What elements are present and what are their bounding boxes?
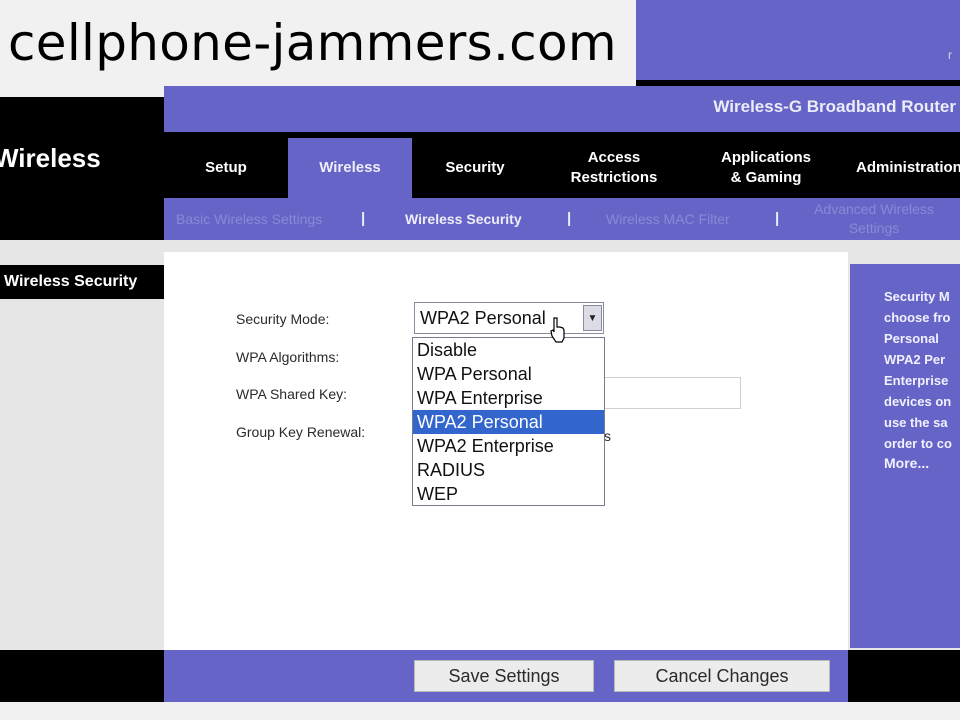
tab-security[interactable]: Security	[412, 138, 538, 198]
shared-key-input[interactable]	[604, 377, 741, 409]
dropdown-option-selected[interactable]: WPA2 Personal	[413, 410, 604, 434]
divider	[0, 240, 960, 252]
wpa-algorithms-label: WPA Algorithms:	[236, 349, 340, 365]
security-mode-dropdown: Disable WPA Personal WPA Enterprise WPA2…	[412, 337, 605, 506]
tab-access-restrictions-label: Access Restrictions	[570, 149, 658, 186]
subtab-wireless-mac-filter[interactable]: Wireless MAC Filter	[606, 211, 730, 227]
security-mode-label: Security Mode:	[236, 311, 330, 327]
dropdown-option[interactable]: WEP	[413, 482, 604, 506]
tab-setup[interactable]: Setup	[164, 138, 288, 198]
shared-key-label: WPA Shared Key:	[236, 386, 348, 402]
main-tabs: Setup Wireless Security Access Restricti…	[164, 138, 960, 198]
subtab-separator: |	[567, 210, 572, 227]
subtab-advanced-wireless-settings[interactable]: Advanced Wireless Settings	[804, 200, 944, 238]
header-fragment: r	[948, 48, 952, 62]
sub-nav: Basic Wireless Settings | Wireless Secur…	[164, 198, 960, 240]
mouse-cursor-icon	[550, 317, 565, 343]
tab-security-label: Security	[445, 159, 505, 176]
tab-wireless-label: Wireless	[319, 159, 381, 176]
tab-administration[interactable]: Administration	[844, 138, 960, 198]
subtab-wireless-security[interactable]: Wireless Security	[405, 211, 522, 227]
tab-setup-label: Setup	[205, 159, 247, 176]
tab-access-restrictions[interactable]: Access Restrictions	[538, 138, 690, 198]
footer-left	[0, 650, 164, 702]
help-text: Security M choose fro Personal WPA2 Per …	[884, 289, 952, 451]
dropdown-option[interactable]: Disable	[413, 338, 604, 362]
left-column	[0, 252, 164, 650]
section-title: Wireless	[0, 143, 101, 173]
tab-applications-gaming-label: Applications & Gaming	[720, 149, 811, 186]
dropdown-option[interactable]: WPA Enterprise	[413, 386, 604, 410]
security-mode-value: WPA2 Personal	[420, 308, 546, 328]
subtab-separator: |	[361, 210, 366, 227]
product-name: Wireless-G Broadband Router	[713, 97, 956, 116]
subtab-separator: |	[775, 210, 780, 227]
cancel-changes-button[interactable]: Cancel Changes	[614, 660, 830, 692]
footer-right	[848, 650, 960, 702]
group-key-renewal-label: Group Key Renewal:	[236, 424, 366, 440]
watermark-text: cellphone-jammers.com	[8, 14, 617, 72]
save-settings-button[interactable]: Save Settings	[414, 660, 594, 692]
dropdown-option[interactable]: RADIUS	[413, 458, 604, 482]
dropdown-option[interactable]: WPA Personal	[413, 362, 604, 386]
chevron-down-icon: ▼	[587, 312, 598, 324]
subtab-basic-wireless-settings[interactable]: Basic Wireless Settings	[176, 211, 322, 227]
help-more-link[interactable]: More...	[884, 455, 929, 471]
tab-administration-label: Administration	[856, 159, 960, 176]
dropdown-option[interactable]: WPA2 Enterprise	[413, 434, 604, 458]
bottom-strip	[0, 702, 960, 720]
dropdown-arrow-button[interactable]: ▼	[583, 305, 602, 331]
tab-wireless[interactable]: Wireless	[288, 138, 412, 198]
renewal-unit: s	[604, 428, 611, 444]
left-nav-label: Wireless Security	[0, 265, 164, 299]
tab-applications-gaming[interactable]: Applications & Gaming	[690, 138, 842, 198]
